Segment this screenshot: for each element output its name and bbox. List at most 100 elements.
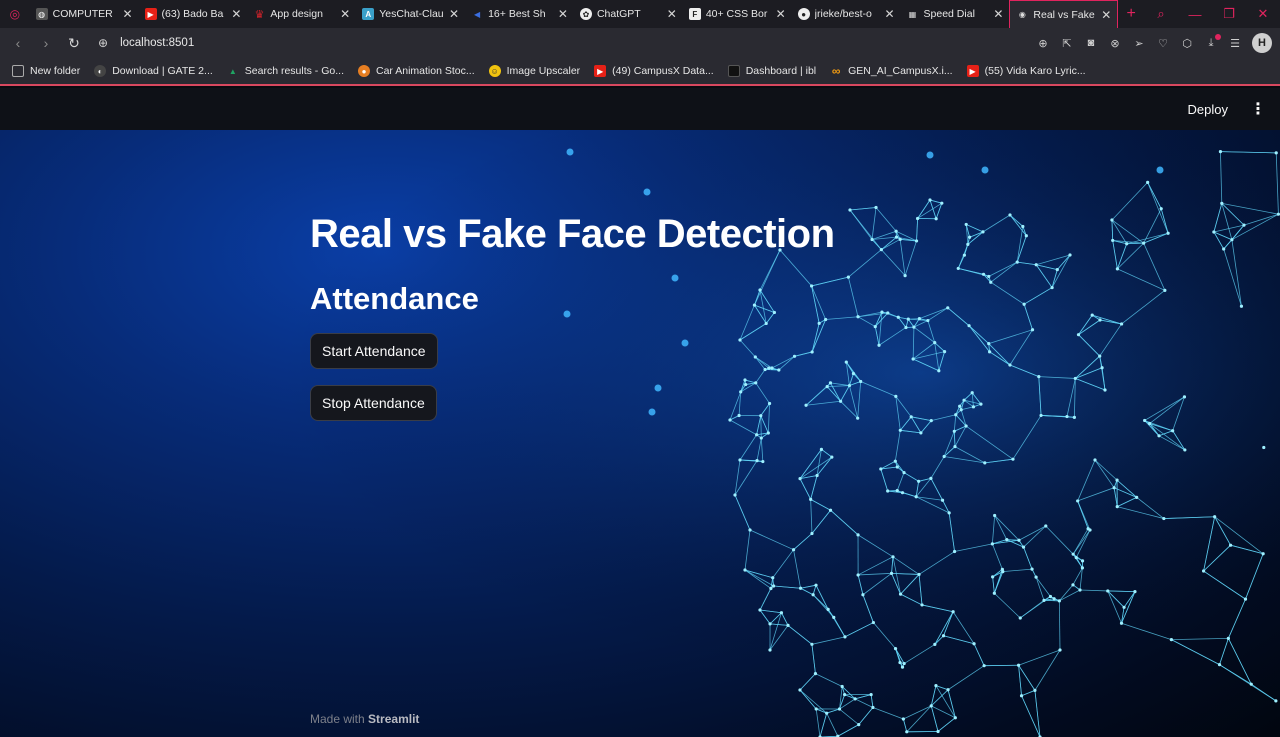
bookmark-3[interactable]: ● Car Animation Stoc... [357, 65, 475, 77]
restore-icon[interactable]: ❐ [1212, 6, 1246, 22]
streamlit-link[interactable]: Streamlit [368, 712, 419, 726]
heart-icon[interactable]: ♡ [1156, 37, 1170, 50]
github-icon: ● [797, 8, 810, 20]
close-tab-icon[interactable]: ✕ [776, 7, 786, 21]
tab-title: COMPUTER [52, 8, 113, 20]
footer-text: Made with [310, 712, 365, 726]
folder-icon [12, 65, 24, 77]
circle-icon: ● [357, 65, 370, 77]
stop-attendance-button[interactable]: Stop Attendance [310, 385, 437, 421]
tab-8[interactable]: ▦ Speed Dial ✕ [901, 0, 1010, 28]
close-tab-icon[interactable]: ✕ [1101, 8, 1111, 22]
zoom-icon[interactable]: ⊕ [1036, 37, 1050, 50]
deploy-button[interactable]: Deploy [1188, 102, 1228, 117]
close-tab-icon[interactable]: ✕ [558, 7, 568, 21]
block-icon[interactable]: ⊗ [1108, 37, 1122, 50]
bookmark-4[interactable]: ☺ Image Upscaler [488, 65, 581, 77]
close-tab-icon[interactable]: ✕ [231, 7, 241, 21]
app-main: Real vs Fake Face Detection Attendance S… [0, 130, 1280, 737]
app-header: Deploy ⋮ [0, 88, 1280, 130]
close-tab-icon[interactable]: ✕ [340, 7, 350, 21]
tab-title: ChatGPT [596, 8, 641, 20]
tab-3[interactable]: A YesChat-Clau ✕ [356, 0, 465, 28]
page-title: Real vs Fake Face Detection [310, 212, 835, 256]
close-tab-icon[interactable]: ✕ [884, 7, 894, 21]
bookmark-1[interactable]: ◐ Download | GATE 2... [94, 65, 213, 77]
tab-strip: ◎ ◍ COMPUTER ✕ ▶ (63) Bado Ba ✕ ♛ App design ✕… [0, 0, 1280, 28]
minimize-icon[interactable]: — [1178, 7, 1212, 22]
back-icon[interactable]: ‹ [4, 35, 32, 51]
grid-icon: ▦ [908, 9, 917, 19]
window-controls: ⌕ — ❐ ✕ [1144, 0, 1280, 28]
tab-title: 16+ Best Sh [488, 8, 546, 20]
url-field[interactable]: ⊕ localhost:8501 [98, 36, 1036, 50]
bookmark-6[interactable]: Dashboard | ibl [727, 65, 816, 77]
arrow-icon: ◀ [474, 9, 481, 19]
tab-title: Speed Dial [923, 8, 975, 20]
toolbar-icons: ⊕ ⇱ ◙ ⊗ ➢ ♡ ⬡ ⤓ ☰ H [1036, 33, 1280, 53]
url-text[interactable]: localhost:8501 [120, 37, 194, 49]
bookmark-label: (55) Vida Karo Lyric... [984, 65, 1086, 77]
bookmarks-bar: New folder ◐ Download | GATE 2... ▲ Search… [0, 58, 1280, 86]
tab-2[interactable]: ♛ App design ✕ [247, 0, 356, 28]
crown-icon: ♛ [254, 8, 265, 21]
file-icon [727, 65, 740, 77]
tab-title: App design [270, 8, 323, 20]
youtube-icon: ▶ [594, 65, 607, 77]
youtube-icon: ▶ [144, 8, 157, 20]
forward-icon[interactable]: › [32, 35, 60, 51]
bookmark-label: Search results - Go... [244, 65, 344, 77]
bookmark-label: Car Animation Stoc... [375, 65, 475, 77]
tab-title: Real vs Fake [1033, 8, 1095, 21]
send-icon[interactable]: ➢ [1132, 37, 1146, 50]
bookmark-label: GEN_AI_CampusX.i... [848, 65, 953, 77]
main-menu-icon[interactable]: ⋮ [1250, 99, 1266, 119]
youtube-icon: ▶ [966, 65, 979, 77]
tab-5[interactable]: ✿ ChatGPT ✕ [574, 0, 683, 28]
close-tab-icon[interactable]: ✕ [667, 7, 677, 21]
bookmark-label: (49) CampusX Data... [612, 65, 714, 77]
globe-icon: ◍ [35, 8, 48, 20]
smile-icon: ☺ [488, 65, 501, 77]
search-tabs-icon[interactable]: ⌕ [1144, 6, 1178, 22]
share-icon[interactable]: ⇱ [1060, 37, 1074, 50]
cube-icon[interactable]: ⬡ [1180, 37, 1194, 50]
tab-title: (63) Bado Ba [161, 8, 224, 20]
download-icon[interactable]: ⤓ [1204, 33, 1221, 50]
tab-7[interactable]: ● jrieke/best-o ✕ [792, 0, 901, 28]
tab-1[interactable]: ▶ (63) Bado Ba ✕ [139, 0, 248, 28]
bookmark-label: New folder [30, 65, 81, 77]
bookmark-2[interactable]: ▲ Search results - Go... [227, 65, 344, 77]
tab-title: 40+ CSS Bor [705, 8, 768, 20]
tab-title: YesChat-Clau [379, 8, 444, 20]
tab-4[interactable]: ◀ 16+ Best Sh ✕ [465, 0, 574, 28]
new-tab-button[interactable]: + [1118, 0, 1144, 28]
tab-6[interactable]: F 40+ CSS Bor ✕ [683, 0, 792, 28]
gamepad-icon[interactable]: ◎ [0, 0, 30, 28]
close-tab-icon[interactable]: ✕ [993, 7, 1003, 21]
bookmark-8[interactable]: ▶ (55) Vida Karo Lyric... [966, 65, 1086, 77]
tab-active[interactable]: ◉ Real vs Fake ✕ [1009, 0, 1119, 28]
close-tab-icon[interactable]: ✕ [449, 7, 459, 21]
tab-title: jrieke/best-o [814, 8, 872, 20]
section-heading: Attendance [310, 281, 479, 316]
close-tab-icon[interactable]: ✕ [122, 7, 132, 21]
bookmark-7[interactable]: ∞ GEN_AI_CampusX.i... [830, 64, 953, 78]
start-attendance-button[interactable]: Start Attendance [310, 333, 438, 369]
infinity-icon: ∞ [831, 64, 841, 78]
bookmark-5[interactable]: ▶ (49) CampusX Data... [594, 65, 714, 77]
chatgpt-icon: ✿ [579, 8, 592, 20]
close-window-icon[interactable]: ✕ [1246, 6, 1280, 22]
drive-icon: ▲ [228, 66, 237, 76]
menu-icon[interactable]: ☰ [1228, 37, 1242, 50]
site-info-icon[interactable]: ⊕ [98, 36, 108, 50]
f-icon: F [688, 8, 701, 20]
camera-icon[interactable]: ◙ [1084, 37, 1098, 49]
bookmark-label: Image Upscaler [506, 65, 581, 77]
bookmark-0[interactable]: New folder [12, 65, 80, 77]
streamlit-icon: ◉ [1018, 10, 1026, 19]
reload-icon[interactable]: ↻ [60, 35, 88, 52]
moon-icon: ◐ [94, 65, 107, 77]
tab-0[interactable]: ◍ COMPUTER ✕ [30, 0, 139, 28]
profile-avatar[interactable]: H [1252, 33, 1272, 53]
